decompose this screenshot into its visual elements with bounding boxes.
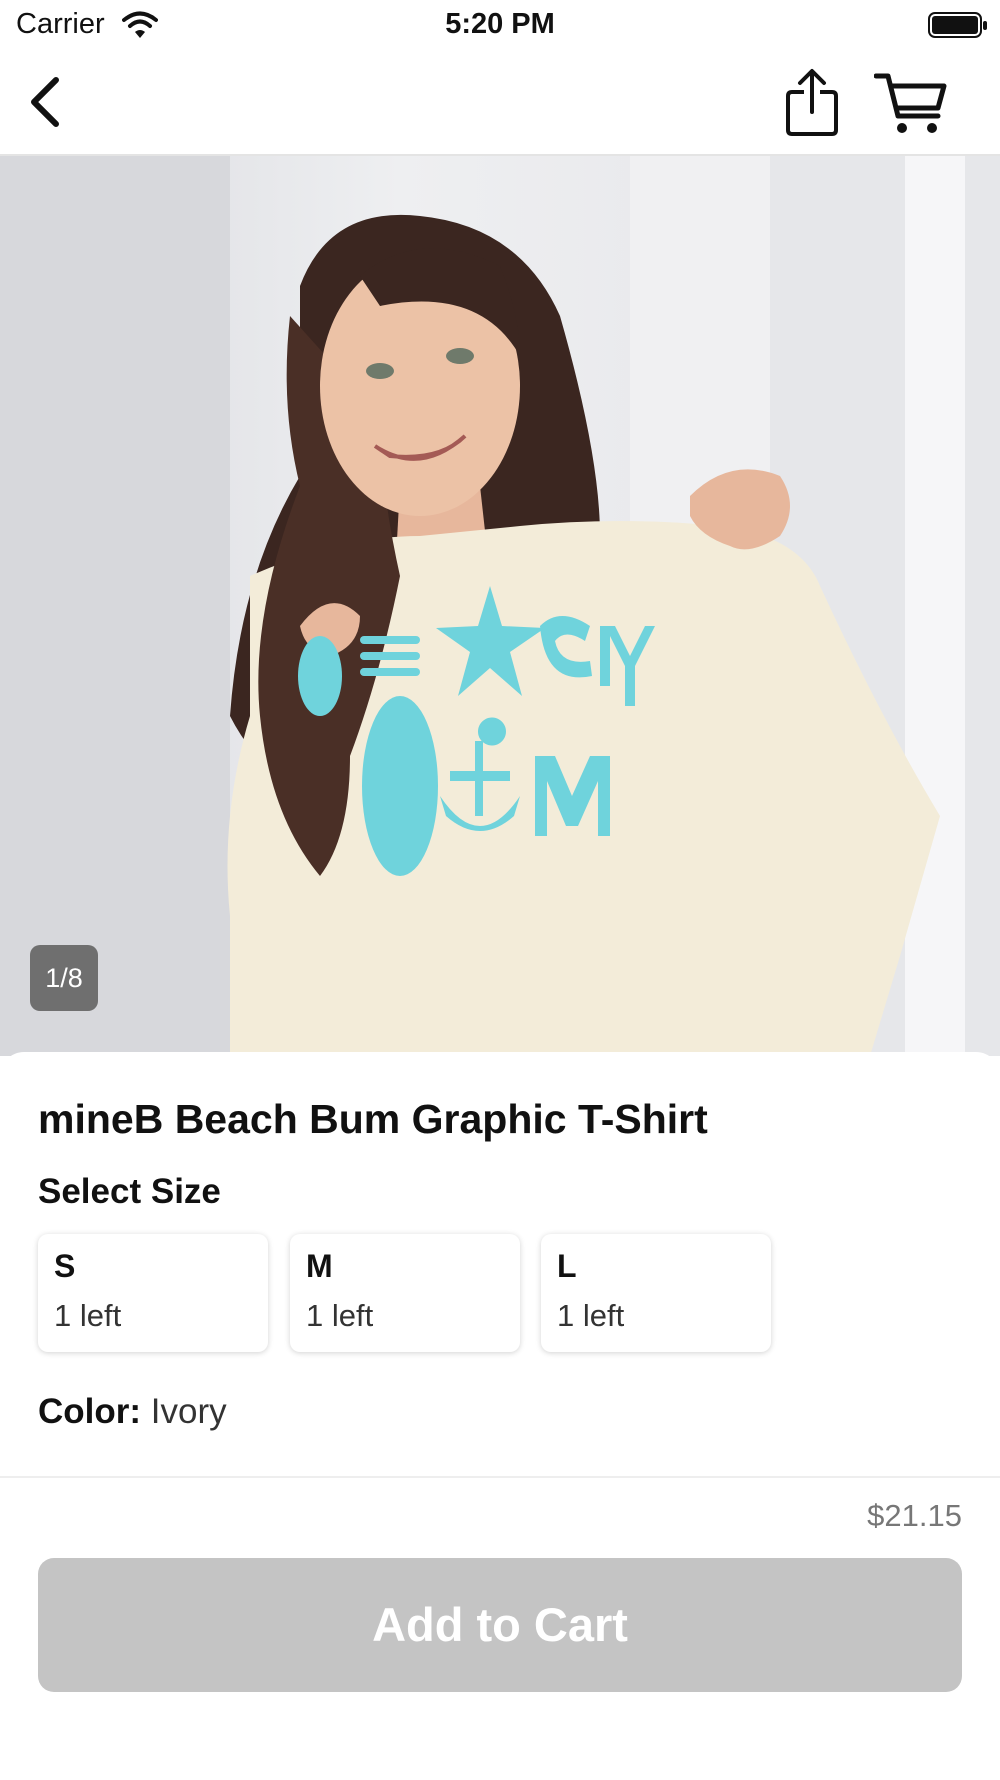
size-label: L (557, 1248, 577, 1284)
purchase-bar: $21.15 Add to Cart (0, 1476, 1000, 1780)
select-size-heading: Select Size (38, 1172, 221, 1211)
color-row: Color: Ivory (38, 1392, 227, 1432)
nav-bar (0, 52, 1000, 156)
size-stock: 1 left (54, 1298, 122, 1333)
color-value: Ivory (150, 1392, 227, 1431)
battery-icon (928, 12, 987, 38)
back-button[interactable] (22, 72, 72, 132)
size-option-s[interactable]: S 1 left (38, 1234, 268, 1352)
size-label: S (54, 1248, 76, 1284)
product-title: mineB Beach Bum Graphic T-Shirt (38, 1096, 708, 1142)
product-details-sheet: mineB Beach Bum Graphic T-Shirt Select S… (0, 1052, 1000, 1482)
size-stock: 1 left (306, 1298, 374, 1333)
share-icon (786, 69, 838, 136)
size-label: M (306, 1248, 333, 1284)
status-time: 5:20 PM (445, 8, 555, 40)
chevron-left-icon (31, 77, 59, 127)
add-to-cart-button[interactable]: Add to Cart (38, 1558, 962, 1692)
size-option-m[interactable]: M 1 left (290, 1234, 520, 1352)
color-label: Color: (38, 1392, 142, 1431)
product-price: $21.15 (867, 1498, 962, 1533)
status-bar: Carrier 5:20 PM (0, 0, 1000, 52)
image-page-indicator: 1/8 (30, 945, 98, 1011)
product-image-gallery[interactable]: 1/8 (0, 156, 1000, 1056)
cart-icon (873, 73, 947, 133)
size-stock: 1 left (557, 1298, 625, 1333)
share-button[interactable] (784, 66, 840, 138)
product-photo (0, 156, 1000, 1056)
cart-button[interactable] (873, 70, 948, 138)
size-option-l[interactable]: L 1 left (541, 1234, 771, 1352)
